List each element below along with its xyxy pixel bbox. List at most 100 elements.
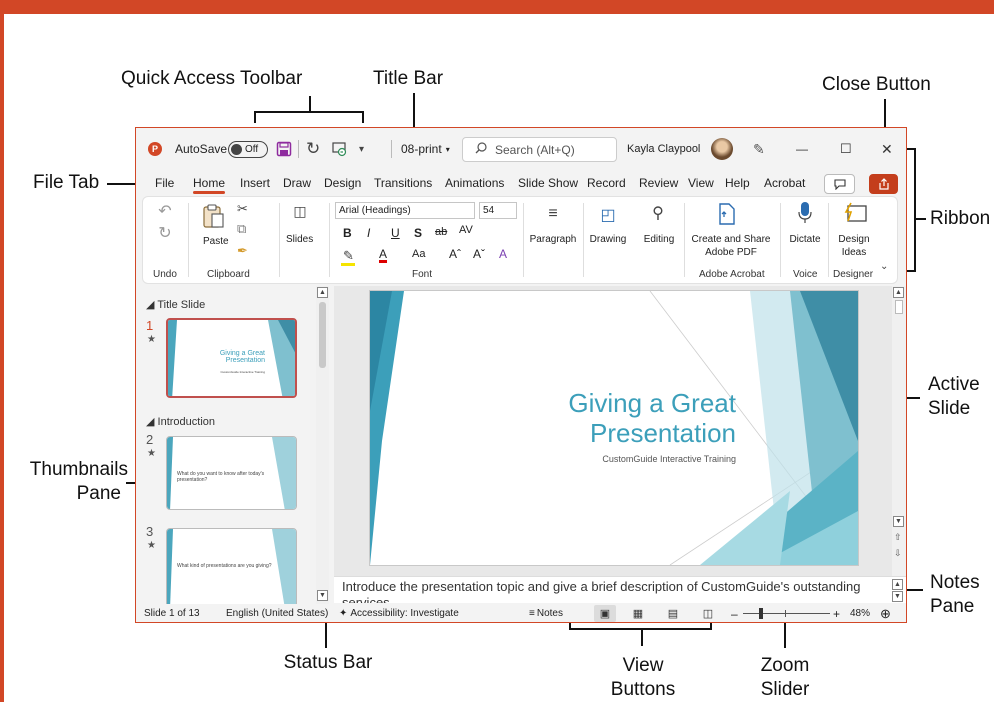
bold-button[interactable]: B: [343, 226, 352, 240]
language[interactable]: English (United States): [226, 604, 328, 622]
undo-icon[interactable]: ↶: [153, 201, 177, 221]
zoom-slider-track[interactable]: [743, 613, 830, 614]
slide-thumbnail-1[interactable]: Giving a Great Presentation CustomGuide …: [166, 318, 297, 398]
grow-font-button[interactable]: Aˆ: [449, 247, 461, 261]
tab-design[interactable]: Design: [324, 170, 361, 196]
tab-view[interactable]: View: [688, 170, 714, 196]
scroll-down-icon[interactable]: ▼: [893, 516, 904, 527]
notes-text[interactable]: Introduce the presentation topic and giv…: [342, 579, 862, 603]
shrink-font-button[interactable]: Aˇ: [473, 247, 485, 261]
notes-scroll-down-icon[interactable]: ▼: [892, 591, 903, 602]
slide-thumbnail-3[interactable]: What kind of presentations are you givin…: [166, 528, 297, 608]
tab-slide-show[interactable]: Slide Show: [518, 170, 578, 196]
slides-label[interactable]: Slides: [286, 233, 313, 246]
drawing-label[interactable]: Drawing: [589, 233, 627, 246]
shadow-button[interactable]: S: [414, 226, 422, 240]
tab-transitions[interactable]: Transitions: [374, 170, 432, 196]
notes-pane[interactable]: Introduce the presentation topic and giv…: [334, 576, 906, 603]
create-pdf-icon[interactable]: [715, 203, 739, 230]
pen-icon[interactable]: ✎: [753, 128, 765, 170]
font-size-dropdown[interactable]: 54: [479, 202, 517, 219]
slide-title[interactable]: Giving a Great Presentation: [436, 388, 736, 448]
slide-subtitle[interactable]: CustomGuide Interactive Training: [436, 454, 736, 464]
change-case-button[interactable]: Aa: [412, 248, 425, 260]
section-introduction[interactable]: ◢ Introduction: [146, 415, 215, 428]
underline-button[interactable]: U: [391, 226, 400, 240]
zoom-in-button[interactable]: +: [833, 604, 840, 622]
cut-icon[interactable]: ✂: [237, 201, 248, 217]
share-button[interactable]: [869, 174, 898, 194]
minimize-button[interactable]: —: [796, 128, 808, 170]
paragraph-label[interactable]: Paragraph: [528, 233, 578, 246]
active-slide[interactable]: Giving a Great Presentation CustomGuide …: [370, 291, 858, 565]
collapse-ribbon-icon[interactable]: ⌄: [880, 261, 888, 272]
present-from-start-icon[interactable]: [331, 128, 347, 170]
tab-home[interactable]: Home: [193, 170, 226, 196]
redo-ribbon-icon[interactable]: ↻: [153, 223, 177, 243]
next-slide-icon[interactable]: ⇩: [894, 548, 902, 559]
scroll-up-icon[interactable]: ▲: [317, 287, 328, 298]
tab-help[interactable]: Help: [725, 170, 750, 196]
user-avatar[interactable]: [711, 128, 733, 170]
strikethrough-button[interactable]: ab: [435, 226, 447, 238]
section-title-slide[interactable]: ◢ Title Slide: [146, 298, 205, 311]
format-painter-icon[interactable]: ✒: [237, 243, 248, 259]
clear-formatting-icon[interactable]: A: [499, 247, 507, 261]
scroll-thumb[interactable]: [319, 302, 326, 368]
reading-view-button[interactable]: ▤: [662, 605, 684, 622]
save-icon[interactable]: [276, 128, 292, 170]
microphone-icon[interactable]: [793, 201, 817, 230]
user-name[interactable]: Kayla Claypool: [627, 128, 700, 170]
create-pdf-label-1[interactable]: Create and Share: [691, 233, 771, 246]
new-slide-icon[interactable]: ◫: [285, 203, 315, 220]
redo-icon[interactable]: ↻: [306, 128, 320, 170]
create-pdf-label-2[interactable]: Adobe PDF: [691, 246, 771, 259]
tab-animations[interactable]: Animations: [445, 170, 504, 196]
tab-insert[interactable]: Insert: [240, 170, 270, 196]
font-color-icon[interactable]: A: [379, 247, 387, 261]
paste-label[interactable]: Paste: [203, 235, 229, 248]
design-ideas-icon[interactable]: [841, 201, 869, 230]
slide-sorter-view-button[interactable]: ▦: [627, 605, 649, 622]
tab-draw[interactable]: Draw: [283, 170, 311, 196]
scroll-up-icon[interactable]: ▲: [893, 287, 904, 298]
editing-search-icon[interactable]: ⚲: [646, 203, 670, 223]
editor-scrollbar[interactable]: ▲ ▼ ⇧ ⇩: [892, 286, 906, 576]
design-ideas-label-2[interactable]: Ideas: [835, 246, 873, 259]
filename-dropdown[interactable]: 08-print ▾: [401, 128, 450, 170]
autosave-toggle[interactable]: Off: [228, 128, 268, 170]
dictate-label[interactable]: Dictate: [786, 233, 824, 246]
zoom-out-button[interactable]: –: [731, 604, 738, 622]
tab-review[interactable]: Review: [639, 170, 678, 196]
close-button[interactable]: ✕: [881, 128, 893, 170]
previous-slide-icon[interactable]: ⇧: [894, 532, 902, 543]
italic-button[interactable]: I: [367, 226, 370, 240]
slide-thumbnail-2[interactable]: What do you want to know after today's p…: [166, 436, 297, 510]
comments-button[interactable]: [824, 174, 855, 194]
restore-button[interactable]: ☐: [840, 128, 852, 170]
accessibility-status[interactable]: ✦ Accessibility: Investigate: [339, 604, 459, 622]
notes-scroll-up-icon[interactable]: ▲: [892, 579, 903, 590]
notes-toggle-button[interactable]: ≡ Notes: [529, 604, 563, 622]
scroll-down-icon[interactable]: ▼: [317, 590, 328, 601]
tab-record[interactable]: Record: [587, 170, 626, 196]
scroll-thumb[interactable]: [895, 300, 903, 314]
zoom-level[interactable]: 48%: [850, 604, 870, 622]
editing-label[interactable]: Editing: [641, 233, 677, 246]
fit-to-window-icon[interactable]: ⊕: [880, 604, 891, 622]
thumbnails-scrollbar[interactable]: ▲ ▼: [316, 286, 329, 604]
highlight-icon[interactable]: ✎: [343, 248, 354, 264]
normal-view-button[interactable]: ▣: [594, 605, 616, 622]
char-spacing-button[interactable]: AV: [459, 224, 473, 236]
tab-file[interactable]: File: [155, 170, 174, 196]
tab-acrobat[interactable]: Acrobat: [764, 170, 805, 196]
paragraph-icon[interactable]: ≡: [541, 205, 565, 223]
drawing-icon[interactable]: ◰: [596, 205, 620, 225]
copy-icon[interactable]: ⧉: [237, 221, 246, 237]
design-ideas-label-1[interactable]: Design: [835, 233, 873, 246]
zoom-slider-thumb[interactable]: [759, 608, 764, 619]
slide-count[interactable]: Slide 1 of 13: [144, 604, 200, 622]
customize-qat-icon[interactable]: ▾: [359, 128, 364, 170]
slide-show-view-button[interactable]: ◫: [697, 605, 719, 622]
search-box[interactable]: Search (Alt+Q): [462, 137, 617, 162]
